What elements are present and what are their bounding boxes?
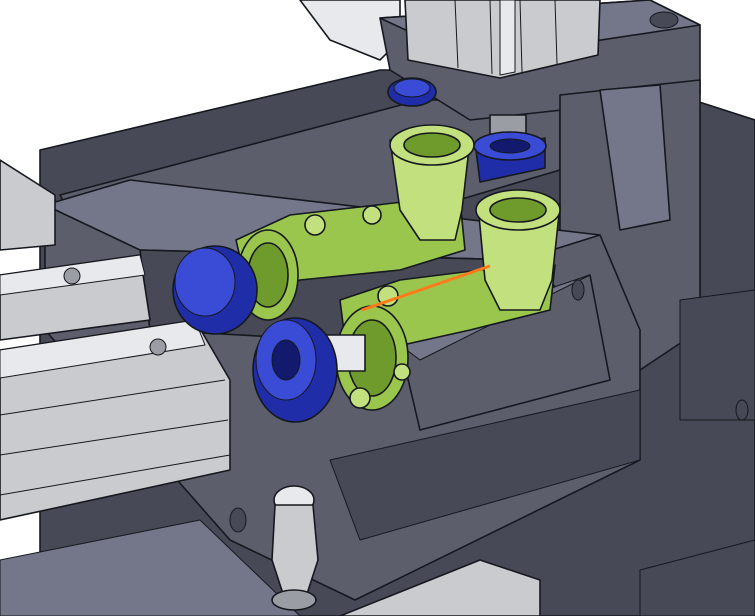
fixture-assembly-model — [0, 0, 755, 616]
cad-viewport[interactable] — [0, 0, 755, 616]
